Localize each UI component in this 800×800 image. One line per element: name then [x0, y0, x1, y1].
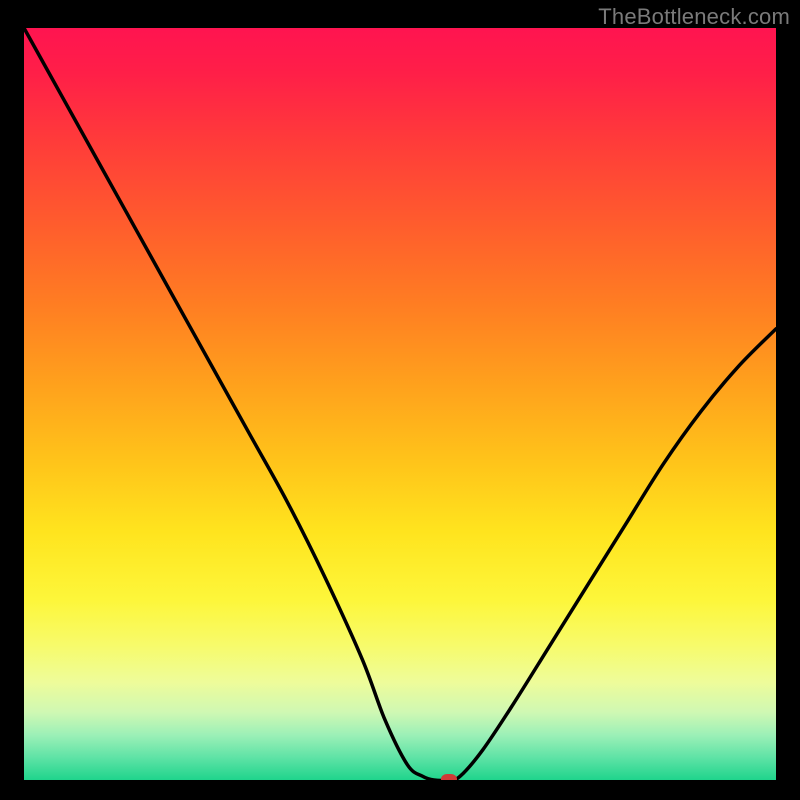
chart-frame: TheBottleneck.com — [0, 0, 800, 800]
bottleneck-curve-svg — [24, 28, 776, 780]
watermark-text: TheBottleneck.com — [598, 4, 790, 30]
plot-area — [24, 28, 776, 780]
optimal-point-marker — [441, 774, 457, 780]
bottleneck-curve-path — [24, 28, 776, 780]
